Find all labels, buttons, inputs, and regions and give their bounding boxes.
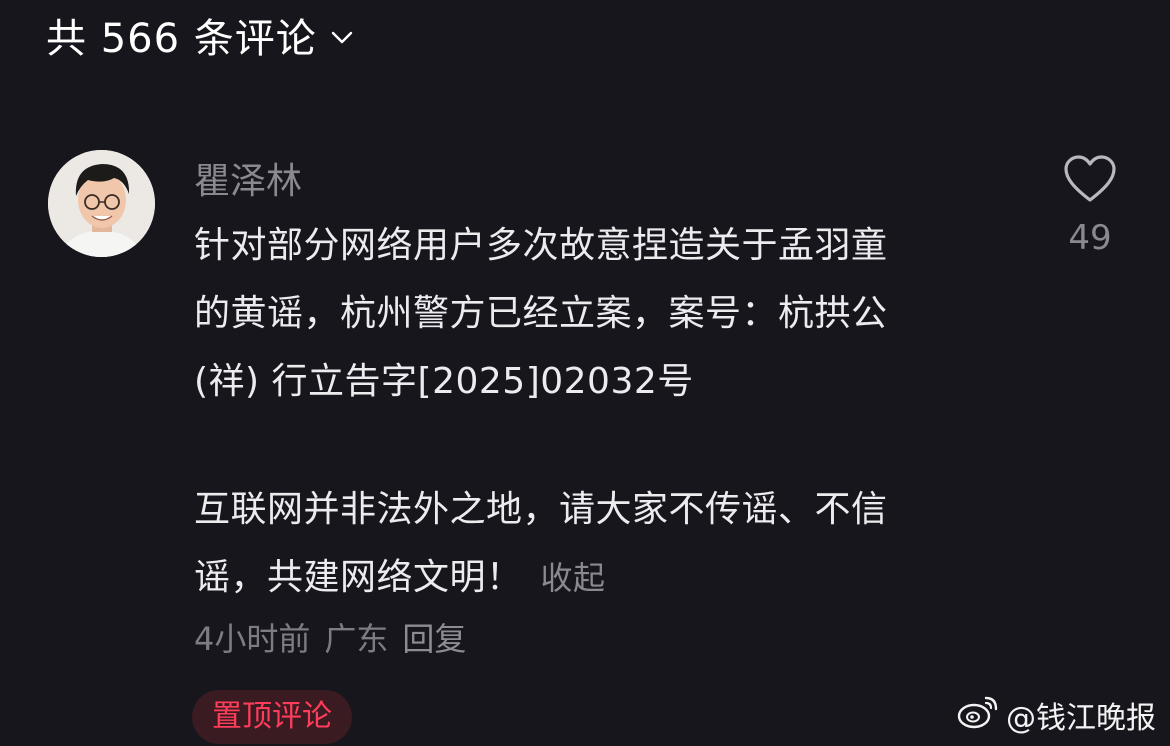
- comment-line-last: 谣，共建网络文明！ 收起: [194, 544, 994, 612]
- comment-location: 广东: [324, 620, 389, 658]
- comment-text: 针对部分网络用户多次故意捏造关于孟羽童 的黄谣，杭州警方已经立案，案号：杭拱公 …: [194, 212, 994, 612]
- chevron-down-icon[interactable]: [329, 24, 355, 50]
- avatar[interactable]: [48, 150, 155, 257]
- comment-line-text: 谣，共建网络文明！: [194, 557, 523, 598]
- pinned-comment-badge: 置顶评论: [192, 690, 352, 744]
- comments-header[interactable]: 共 566 条评论: [46, 8, 355, 62]
- comment-line: (祥) 行立告字[2025]02032号: [194, 361, 694, 402]
- comment-username[interactable]: 瞿泽林: [194, 152, 302, 204]
- comment-count-title: 共 566 条评论: [46, 16, 317, 62]
- comment-time: 4小时前: [194, 620, 311, 658]
- heart-icon[interactable]: [1063, 154, 1117, 204]
- watermark: @钱江晚报: [956, 692, 1156, 738]
- comment-line: 针对部分网络用户多次故意捏造关于孟羽童: [194, 225, 888, 266]
- comment-meta: 4小时前 广东 回复: [194, 614, 466, 660]
- like-count: 49: [1068, 218, 1112, 258]
- reply-button[interactable]: 回复: [402, 614, 466, 660]
- watermark-text: @钱江晚报: [1006, 701, 1156, 736]
- comment-line: 的黄谣，杭州警方已经立案，案号：杭拱公: [194, 293, 888, 334]
- collapse-button[interactable]: 收起: [541, 559, 606, 597]
- weibo-logo-icon: [956, 692, 1000, 738]
- like-area: 49: [1060, 154, 1120, 258]
- comment-line: 互联网并非法外之地，请大家不传谣、不信: [194, 489, 888, 530]
